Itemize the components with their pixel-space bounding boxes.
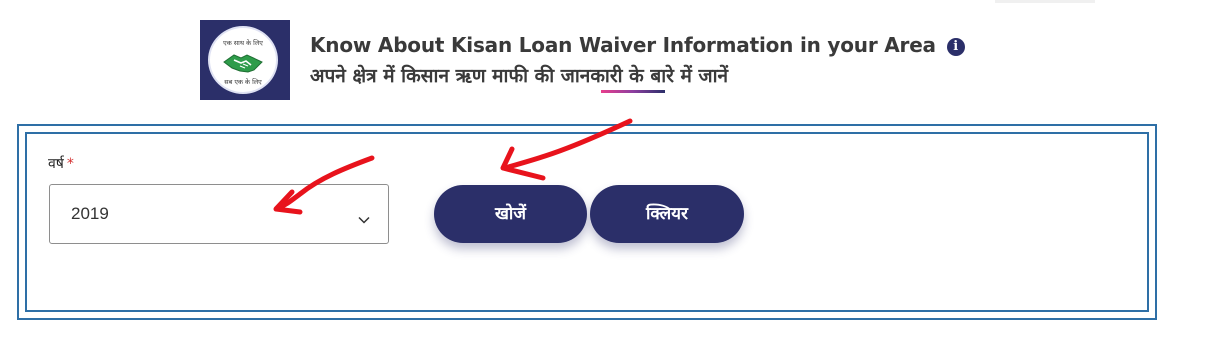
page: एक साथ के लिए सब एक के लिए Know About Ki… bbox=[0, 0, 1226, 350]
scheme-logo: एक साथ के लिए सब एक के लिए bbox=[200, 20, 290, 100]
page-title: Know About Kisan Loan Waiver Information… bbox=[310, 33, 965, 57]
handshake-logo-icon: एक साथ के लिए सब एक के लिए bbox=[208, 26, 278, 94]
year-select[interactable]: 2019 bbox=[49, 184, 389, 244]
year-select-value: 2019 bbox=[71, 204, 109, 223]
info-icon[interactable]: i bbox=[946, 38, 965, 56]
top-divider bbox=[995, 0, 1095, 3]
year-label-text: वर्ष bbox=[48, 156, 64, 172]
logo-top-text: एक साथ के लिए bbox=[223, 39, 263, 47]
page-subtitle: अपने क्षेत्र में किसान ऋण माफी की जानकार… bbox=[310, 65, 729, 87]
year-label: वर्ष * bbox=[48, 154, 74, 173]
page-title-text: Know About Kisan Loan Waiver Information… bbox=[310, 33, 936, 57]
search-button[interactable]: खोजें bbox=[434, 185, 587, 243]
chevron-down-icon bbox=[358, 209, 370, 228]
clear-button[interactable]: क्लियर bbox=[590, 185, 744, 243]
title-underline bbox=[601, 90, 665, 93]
required-marker: * bbox=[66, 156, 74, 172]
logo-bottom-text: सब एक के लिए bbox=[224, 78, 262, 86]
